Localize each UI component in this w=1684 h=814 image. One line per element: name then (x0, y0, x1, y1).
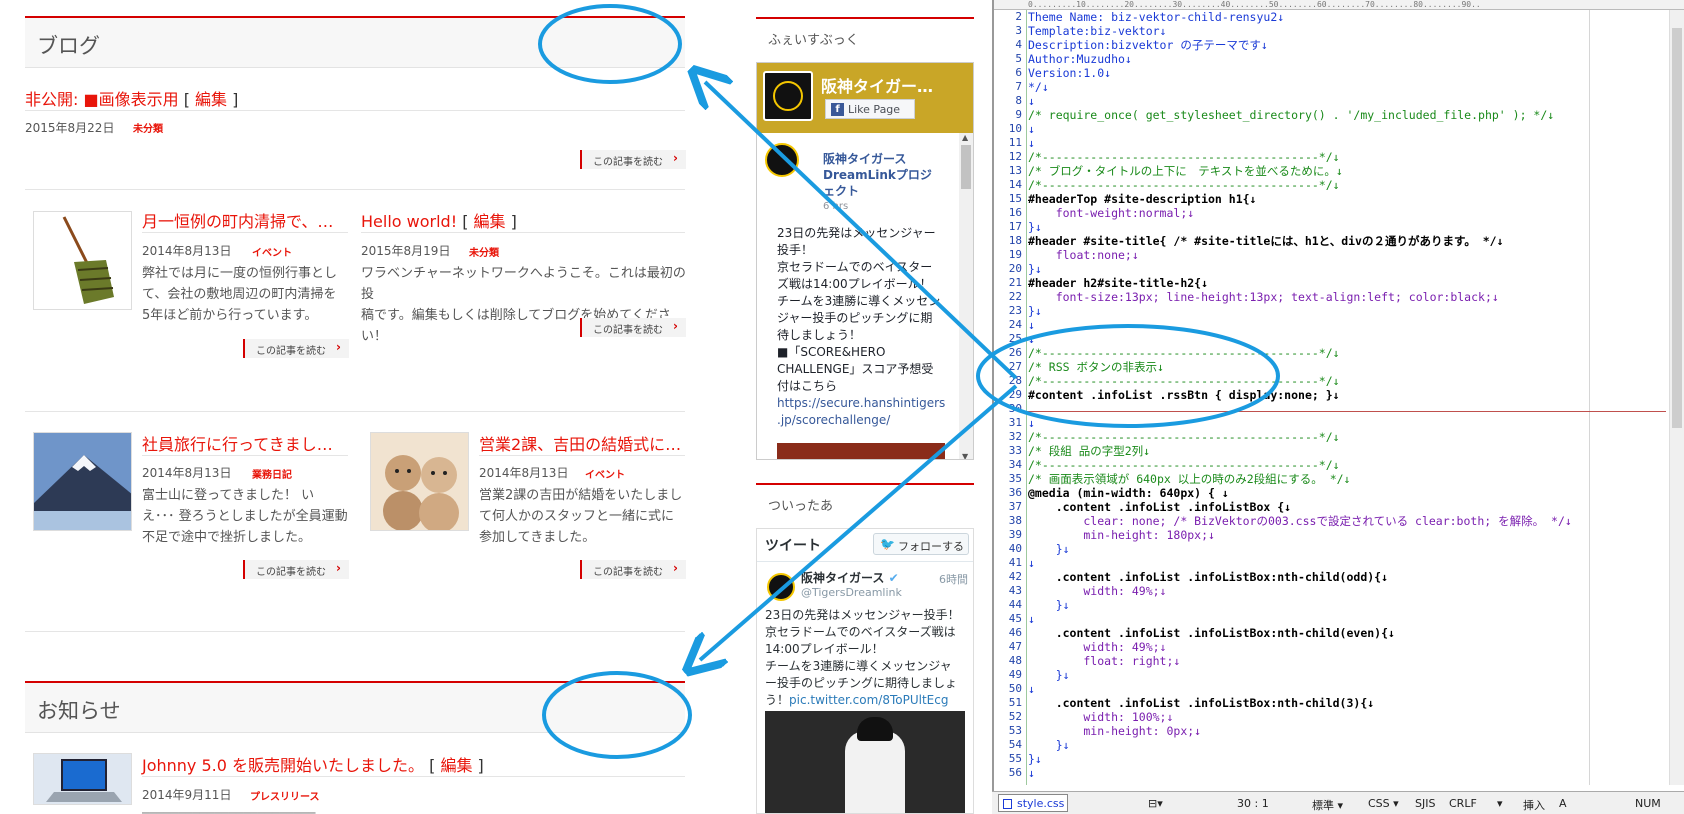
annotation-overlay (538, 4, 1280, 759)
annotation-ellipse-news (542, 671, 692, 759)
annotation-ellipse-blog (538, 4, 682, 84)
annotation-ellipse-code (976, 324, 1280, 428)
annotation-arrow-to-blog (705, 82, 1018, 380)
annotation-arrow-to-news (700, 384, 1018, 660)
